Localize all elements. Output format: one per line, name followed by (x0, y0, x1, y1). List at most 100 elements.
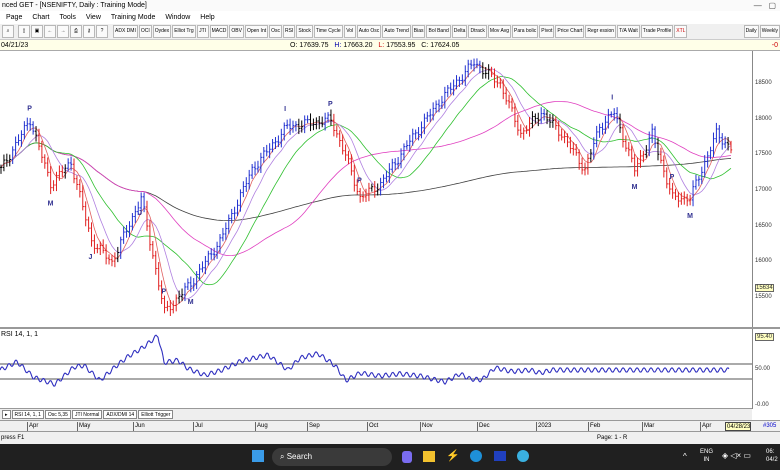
edge-icon[interactable] (470, 450, 482, 462)
tray-chevron-icon[interactable]: ^ (683, 452, 687, 461)
daily-button[interactable]: Daily (743, 25, 759, 38)
window-controls[interactable]: — ▢ (754, 0, 776, 11)
clock[interactable]: 06: 04/2 (766, 448, 778, 464)
toolbar-button-jti[interactable]: JTI (196, 25, 209, 38)
toolbar-button-pivot[interactable]: Pivot (539, 25, 555, 38)
network-volume-battery-icons[interactable]: ◈ ◁× ▭ (722, 451, 751, 460)
toolbar-button-xtl[interactable]: XTL (674, 25, 688, 38)
toolbar-button-bol-band[interactable]: Bol Band (426, 25, 451, 38)
toolbar-button-oydex[interactable]: Oydex (152, 25, 172, 38)
open-value: 17639.75 (299, 42, 329, 49)
help-icon[interactable]: ? (96, 25, 108, 38)
toolbar-button-trade-profile[interactable]: Trade Profile (640, 25, 674, 38)
menu-window[interactable]: Window (165, 11, 190, 24)
price-bar (370, 183, 374, 192)
tab-indicator[interactable]: RSI 14, 1, 1 (11, 410, 44, 419)
price-bar (122, 226, 125, 244)
toolbar-button-auto-osc[interactable]: Auto Osc (356, 25, 382, 38)
menu-bar: Page Chart Tools View Training Mode Window Hel… (0, 11, 780, 24)
search-icon[interactable]: ⌕ (2, 25, 14, 38)
tab-indicator[interactable]: Elliott Trigger (138, 410, 174, 419)
print-icon[interactable]: ⎙ (70, 25, 82, 38)
maximize-button[interactable]: ▢ (768, 1, 776, 10)
toolbar-button-bias[interactable]: Bias (411, 25, 426, 38)
price-bar (201, 261, 204, 273)
toolbar-button-dtrack[interactable]: Dtrack (468, 25, 487, 38)
app-icon[interactable]: ⚡ (446, 449, 460, 462)
price-bar (145, 200, 149, 231)
price-bar (361, 191, 365, 202)
menu-tools[interactable]: Tools (59, 11, 75, 24)
toolbar-button-macd[interactable]: MACD (209, 25, 229, 38)
toolbar-button-obv[interactable]: OBV (229, 25, 244, 38)
get-app-icon[interactable] (494, 451, 506, 461)
key-icon[interactable]: ⚷ (83, 25, 95, 38)
teams-icon[interactable] (402, 451, 412, 463)
price-bar (110, 254, 114, 267)
price-axis: 18500 18000 17500 17000 16500 16000 15500 15634 (752, 51, 780, 327)
file-explorer-icon[interactable] (423, 451, 435, 462)
toolbar-button-mov-avg[interactable]: Mov Avg (487, 25, 512, 38)
toolbar-button-adx-dmi[interactable]: ADX DMI (113, 25, 138, 38)
rsi-panel[interactable]: RSI 14, 1, 1 95.40 50.00 -0.00 (0, 327, 780, 409)
menu-chart[interactable]: Chart (32, 11, 49, 24)
toolbar-button-regr-ession[interactable]: Regr ession (585, 25, 617, 38)
browser-icon[interactable] (517, 450, 529, 462)
menu-training-mode[interactable]: Training Mode (111, 11, 156, 24)
new-icon[interactable]: ▯ (18, 25, 30, 38)
tab-indicator[interactable]: ADX/DMI 14 (103, 410, 138, 419)
date-label: Jul (193, 422, 203, 431)
taskbar-search[interactable]: ⌕ Search (272, 448, 392, 466)
price-plot[interactable]: P M J J P M I P P P I M P M (0, 51, 752, 327)
windows-start-icon[interactable] (252, 450, 264, 462)
toolbar-button-vol[interactable]: Vol (343, 25, 356, 38)
toolbar-button-auto-trend[interactable]: Auto Trend (382, 25, 411, 38)
price-bar (633, 153, 636, 177)
price-bar (163, 295, 166, 314)
price-bar (125, 224, 128, 238)
minimize-button[interactable]: — (754, 1, 762, 10)
forward-icon[interactable]: → (57, 25, 69, 38)
menu-view[interactable]: View (86, 11, 101, 24)
back-icon[interactable]: ← (44, 25, 56, 38)
price-bar (589, 149, 593, 163)
tab-scroll-button[interactable]: ▸ (2, 410, 11, 419)
toolbar-button-price-chart[interactable]: Price Chart (555, 25, 585, 38)
price-bar (11, 146, 14, 165)
tab-indicator[interactable]: JTI Normal (71, 410, 103, 419)
toolbar-button-elliot-trg[interactable]: Elliot Trg (172, 25, 196, 38)
toolbar-button-time-cycle[interactable]: Time Cycle (313, 25, 343, 38)
close-label: C: (421, 42, 429, 49)
window-title: nced GET - [NSENIFTY, Daily : Training M… (2, 2, 147, 9)
menu-page[interactable]: Page (6, 11, 22, 24)
toolbar-button-osc[interactable]: Osc (269, 25, 283, 38)
tab-indicator[interactable]: Osc 5,35 (44, 410, 71, 419)
price-bar (262, 146, 265, 163)
close-value: 17624.05 (430, 42, 460, 49)
price-chart[interactable]: P M J J P M I P P P I M P M 18500 18000 17500 17000 16500… (0, 51, 780, 327)
price-bar (718, 125, 721, 144)
price-bar (113, 252, 117, 268)
weekly-button[interactable]: Weekly (759, 25, 780, 38)
toolbar-button-stock[interactable]: Stock (296, 25, 313, 38)
price-bar (134, 205, 137, 223)
price-bar (353, 164, 356, 192)
ma-10-line (0, 68, 732, 300)
language-indicator[interactable]: ENG IN (700, 448, 713, 464)
menu-help[interactable]: Help (200, 11, 214, 24)
toolbar-button-oci[interactable]: OCI (138, 25, 152, 38)
save-icon[interactable]: ▣ (31, 25, 43, 38)
toolbar-button-para-bolic[interactable]: Para bolic (512, 25, 539, 38)
price-bar (154, 250, 157, 275)
toolbar-button-t-a-wait[interactable]: T/A Wait (617, 25, 640, 38)
rsi-plot[interactable] (0, 329, 752, 409)
wave-label: M (48, 201, 54, 208)
toolbar-button-delta[interactable]: Delta (451, 25, 468, 38)
toolbar-button-rsi[interactable]: RSI (283, 25, 296, 38)
wave-label: P (328, 101, 333, 108)
price-bar (694, 174, 698, 190)
price-bar (624, 135, 628, 152)
date-label: Aug (255, 422, 268, 431)
price-bar (537, 112, 540, 127)
toolbar-button-open-int[interactable]: Open Int (244, 25, 269, 38)
